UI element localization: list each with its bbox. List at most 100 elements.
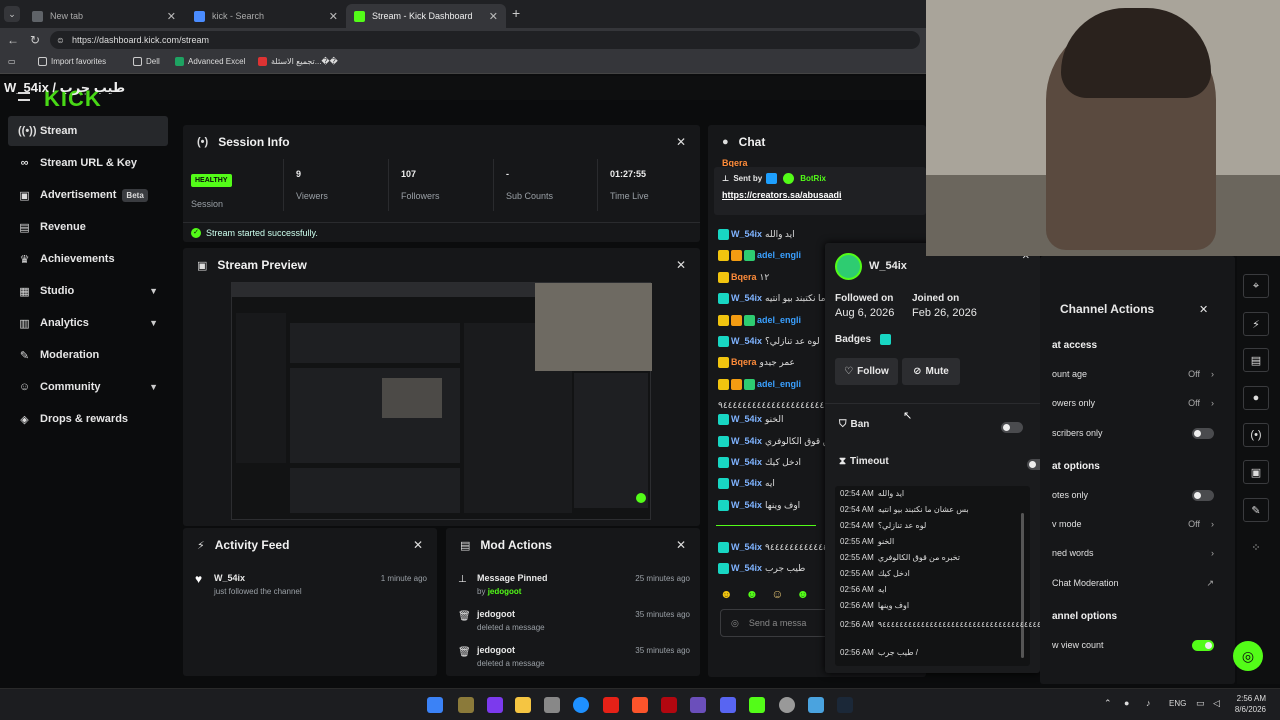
slow-mode-row[interactable]: v mode Off › [1052, 512, 1222, 536]
bookmark-advanced-excel[interactable]: Advanced Excel [175, 57, 245, 66]
rail-settings-icon[interactable]: ⁘ [1243, 535, 1269, 559]
chat-username[interactable]: W_54ix [731, 293, 762, 303]
chat-username[interactable]: W_54ix [731, 478, 762, 488]
rail-clipboard-icon[interactable]: ▤ [1243, 348, 1269, 372]
close-tab-icon[interactable]: ✕ [329, 10, 338, 23]
sidebar-item-advertisement[interactable]: ▣ Advertisement Beta [8, 180, 168, 210]
taskbar-app-icon[interactable] [487, 697, 503, 713]
chat-username[interactable]: Bqera [731, 357, 757, 367]
chat-username[interactable]: adel_engli [757, 315, 801, 325]
close-icon[interactable]: ✕ [676, 135, 686, 149]
rail-broadcast-icon[interactable]: (•) [1243, 423, 1269, 447]
sidebar-item-analytics[interactable]: ▥ Analytics ▼ [8, 308, 168, 338]
rail-chat-icon[interactable]: ● [1243, 386, 1269, 410]
chat-username[interactable]: W_54ix [731, 229, 762, 239]
chat-username[interactable]: Bqera [731, 272, 757, 282]
hamburger-menu-icon[interactable] [18, 92, 30, 101]
file-explorer-icon[interactable] [515, 697, 531, 713]
emote-icon[interactable]: ☻ [720, 587, 733, 601]
chat-message[interactable]: Bqera عمر جيدو [718, 353, 795, 371]
emote-icon[interactable]: ☺ [771, 587, 783, 601]
chat-message[interactable]: adel_engli [718, 311, 804, 329]
sidebar-item-revenue[interactable]: ▤ Revenue [8, 212, 168, 242]
support-chat-icon[interactable]: ◎ [1233, 641, 1263, 671]
edge-icon[interactable] [573, 697, 589, 713]
close-tab-icon[interactable]: ✕ [167, 10, 176, 23]
follow-button[interactable]: ♡ Follow [835, 358, 898, 385]
chat-username[interactable]: W_54ix [731, 414, 762, 424]
start-icon[interactable] [427, 697, 443, 713]
sidebar-item-studio[interactable]: ▦ Studio ▼ [8, 276, 168, 306]
account-age-row[interactable]: ount age Off › [1052, 362, 1222, 386]
steam-icon[interactable] [837, 697, 853, 713]
network-icon[interactable]: ▭ [1196, 698, 1205, 709]
tray-chevron-up-icon[interactable]: ⌃ [1104, 698, 1112, 709]
subscribers-only-toggle[interactable] [1192, 427, 1214, 439]
url-field[interactable]: ⊜ https://dashboard.kick.com/stream [50, 31, 920, 49]
chat-message[interactable]: W_54ix ايه [718, 474, 775, 492]
chat-message[interactable]: adel_engli [718, 375, 804, 393]
chat-message[interactable]: W_54ix الخنو [718, 410, 783, 428]
rail-lightning-icon[interactable]: ⚡ [1243, 312, 1269, 336]
rail-mod-view-icon[interactable]: ⌖ [1243, 274, 1269, 298]
tray-app-icon[interactable]: ● [1124, 698, 1129, 708]
rail-wrench-icon[interactable]: ✎ [1243, 498, 1269, 522]
clock[interactable]: 2:56 AM 8/6/2026 [1232, 694, 1266, 714]
user-card-name[interactable]: W_54ix [869, 260, 907, 272]
close-icon[interactable]: ✕ [676, 538, 686, 552]
emotes-only-toggle[interactable] [1192, 489, 1214, 501]
language-indicator[interactable]: ENG [1169, 699, 1186, 708]
brave-icon[interactable] [632, 697, 648, 713]
tab-list-button[interactable]: ⌄ [4, 6, 20, 22]
bookmark-arabic[interactable]: تجميع الاسئلة...�� [258, 57, 338, 66]
new-tab-button[interactable]: + [512, 5, 520, 21]
mute-button[interactable]: ⊘ Mute [902, 358, 960, 385]
bookmark-dell[interactable]: Dell [133, 57, 160, 66]
discord-icon[interactable] [720, 697, 736, 713]
taskbar-app-icon[interactable] [458, 697, 474, 713]
emote-picker-icon[interactable]: ◎ [731, 618, 739, 629]
banned-words-row[interactable]: ned words › [1052, 541, 1222, 565]
chat-username[interactable]: W_54ix [731, 336, 762, 346]
ban-toggle[interactable] [1001, 422, 1023, 433]
chat-username[interactable]: adel_engli [757, 379, 801, 389]
followers-only-row[interactable]: owers only Off › [1052, 391, 1222, 415]
chat-username[interactable]: adel_engli [757, 250, 801, 260]
history-scrollbar[interactable] [1021, 513, 1024, 658]
close-icon[interactable]: ✕ [1199, 303, 1208, 316]
bookmark-import-favorites[interactable]: Import favorites [38, 57, 106, 66]
microphone-icon[interactable]: ♪ [1146, 698, 1151, 708]
chat-message[interactable]: W_54ix اوف وينها [718, 496, 800, 514]
chat-message[interactable]: W_54ix ايد والله [718, 225, 795, 243]
taskbar-app-icon[interactable] [779, 697, 795, 713]
emote-icon[interactable]: ☻ [746, 587, 759, 601]
chat-username[interactable]: W_54ix [731, 542, 762, 552]
reload-icon[interactable]: ↻ [24, 33, 46, 47]
volume-icon[interactable]: ◁ [1213, 698, 1220, 709]
mod-action-label[interactable]: jedogoot [477, 645, 515, 655]
close-tab-icon[interactable]: ✕ [489, 10, 498, 23]
back-arrow-icon[interactable]: ← [2, 33, 24, 47]
sidebar-item-drops-rewards[interactable]: ◈ Drops & rewards [8, 404, 168, 434]
emote-icon[interactable]: ☻ [797, 587, 810, 601]
rail-preview-icon[interactable]: ▣ [1243, 460, 1269, 484]
chat-message[interactable]: W_54ix ادخل كيك [718, 453, 801, 471]
chat-username[interactable]: W_54ix [731, 500, 762, 510]
sidebar-item-community[interactable]: ☺ Community ▼ [8, 372, 168, 402]
tab-new-tab[interactable]: New tab ✕ [24, 4, 184, 28]
chat-message[interactable]: W_54ix لوه عد تنازلي؟ [718, 332, 820, 350]
youtube-icon[interactable] [603, 697, 619, 713]
netflix-icon[interactable] [661, 697, 677, 713]
bookmarks-menu-icon[interactable]: ▭ [8, 57, 16, 66]
sidebar-item-moderation[interactable]: ✎ Moderation [8, 340, 168, 370]
pinned-link[interactable]: https://creators.sa/abusaadi [722, 190, 842, 200]
view-count-toggle[interactable] [1192, 639, 1214, 651]
ai-chat-moderation-row[interactable]: Chat Moderation ↗ [1052, 571, 1222, 595]
chat-message[interactable]: adel_engli [718, 246, 804, 264]
tab-kick-dashboard[interactable]: Stream - Kick Dashboard ✕ [346, 4, 506, 28]
chat-message[interactable]: Bqera ١٢ [718, 268, 769, 286]
sidebar-item-stream-url-key[interactable]: ∞ Stream URL & Key [8, 148, 168, 178]
taskbar-app-icon[interactable] [808, 697, 824, 713]
taskbar-app-icon[interactable] [690, 697, 706, 713]
sidebar-item-achievements[interactable]: ♛ Achievements [8, 244, 168, 274]
